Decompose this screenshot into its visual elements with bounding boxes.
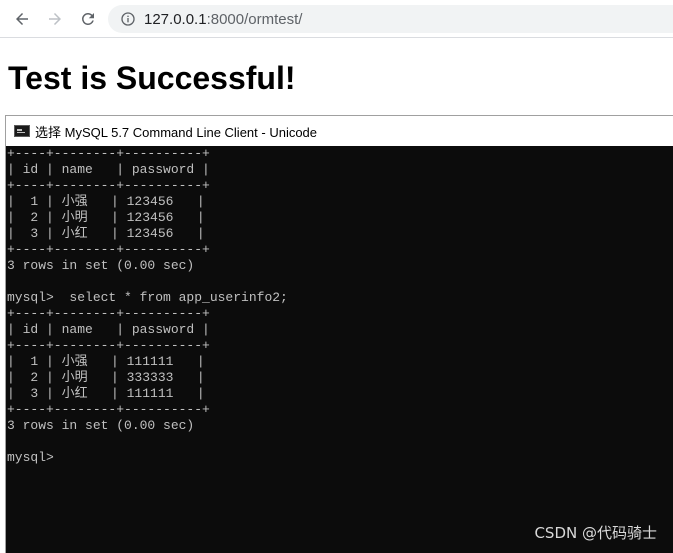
console-line: +----+--------+----------+ (7, 306, 210, 321)
console-line: +----+--------+----------+ (7, 146, 210, 161)
console-line: mysql> (7, 450, 54, 465)
url-text[interactable]: 127.0.0.1:8000/ormtest/ (144, 11, 302, 28)
url-host: 127.0.0.1 (144, 10, 207, 28)
console-line: | 3 | 小红 | 123456 | (7, 226, 205, 241)
reload-icon (82, 12, 94, 25)
console-line: | 1 | 小强 | 123456 | (7, 194, 205, 209)
console-line: | id | name | password | (7, 322, 210, 337)
page-heading: Test is Successful! (8, 60, 296, 96)
console-line: mysql> select * from app_userinfo2; (7, 290, 288, 305)
console-line: +----+--------+----------+ (7, 338, 210, 353)
watermark: CSDN @代码骑士 (534, 524, 657, 542)
console-line: +----+--------+----------+ (7, 402, 210, 417)
url-path: :8000/ormtest/ (206, 10, 303, 28)
arrow-left-icon (16, 13, 28, 25)
reload-button[interactable] (76, 7, 100, 31)
console-body[interactable]: +----+--------+----------+ | id | name | … (6, 146, 673, 553)
console-line: 3 rows in set (0.00 sec) (7, 418, 195, 433)
console-line: +----+--------+----------+ (7, 178, 210, 193)
console-line: | 1 | 小强 | 111111 | (7, 354, 205, 369)
console-line: | id | name | password | (7, 162, 210, 177)
browser-toolbar: 127.0.0.1:8000/ormtest/ (0, 0, 673, 38)
console-line: | 3 | 小红 | 111111 | (7, 386, 205, 401)
console-titlebar[interactable]: 选择 MySQL 5.7 Command Line Client - Unico… (6, 116, 673, 146)
console-line: | 2 | 小明 | 123456 | (7, 210, 205, 225)
console-title: 选择 MySQL 5.7 Command Line Client - Unico… (35, 124, 318, 140)
console-line: +----+--------+----------+ (7, 242, 210, 257)
console-line: | 2 | 小明 | 333333 | (7, 370, 205, 385)
info-icon[interactable] (120, 11, 136, 27)
console-output: +----+--------+----------+ | id | name | … (7, 146, 288, 466)
console-line: 3 rows in set (0.00 sec) (7, 258, 195, 273)
address-bar[interactable]: 127.0.0.1:8000/ormtest/ (108, 5, 673, 33)
back-button[interactable] (10, 7, 34, 31)
console-app-icon (14, 125, 30, 137)
console-window: 选择 MySQL 5.7 Command Line Client - Unico… (5, 115, 673, 553)
arrow-right-icon (49, 13, 61, 25)
forward-button[interactable] (43, 7, 67, 31)
